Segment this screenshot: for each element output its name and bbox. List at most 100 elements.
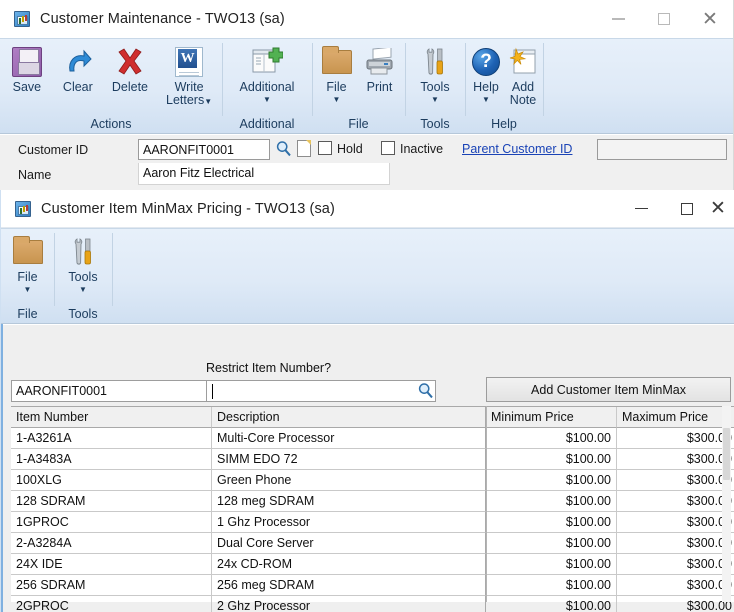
minimize-button[interactable]	[595, 0, 641, 38]
cell-max[interactable]: $300.00	[617, 554, 734, 575]
cell-max[interactable]: $300.00	[617, 533, 734, 554]
table-row[interactable]: 1-A3261A Multi-Core Processor $100.00 $300.…	[11, 428, 734, 449]
cell-max[interactable]: $300.00	[617, 470, 734, 491]
parent-customer-id-field[interactable]	[597, 139, 727, 160]
cell-min[interactable]: $100.00	[486, 449, 617, 470]
clear-button[interactable]: Clear	[53, 45, 103, 94]
cell-description[interactable]: 2 Ghz Processor	[212, 596, 486, 612]
chevron-down-icon[interactable]: ▼	[24, 285, 32, 294]
inactive-checkbox[interactable]	[381, 141, 395, 155]
add-customer-item-minmax-button[interactable]: Add Customer Item MinMax	[486, 377, 731, 402]
cell-max[interactable]: $300.00	[617, 449, 734, 470]
ribbon-group-actions: Save Clear Delete W Write Letters▼ Actio…	[0, 39, 222, 134]
table-row[interactable]: 128 SDRAM 128 meg SDRAM $100.00 $300.00	[11, 491, 734, 512]
cell-item[interactable]: 1-A3261A	[11, 428, 212, 449]
cell-max[interactable]: $300.00	[617, 428, 734, 449]
minmax-customer-id-input[interactable]: AARONFIT0001	[11, 380, 207, 402]
column-header-item-number[interactable]: Item Number	[11, 407, 212, 428]
cell-min[interactable]: $100.00	[486, 533, 617, 554]
add-note-button[interactable]: Add Note	[505, 45, 541, 107]
file-button[interactable]: File ▼	[7, 235, 49, 294]
cell-description[interactable]: 1 Ghz Processor	[212, 512, 486, 533]
cell-description[interactable]: Multi-Core Processor	[212, 428, 486, 449]
cell-item[interactable]: 256 SDRAM	[11, 575, 212, 596]
table-row[interactable]: 1-A3483A SIMM EDO 72 $100.00 $300.00	[11, 449, 734, 470]
cell-min[interactable]: $100.00	[486, 554, 617, 575]
cell-description[interactable]: 256 meg SDRAM	[212, 575, 486, 596]
save-button[interactable]: Save	[1, 45, 53, 94]
chevron-down-icon[interactable]: ▼	[263, 95, 271, 104]
ribbon-empty-area	[543, 39, 733, 134]
help-button[interactable]: Help ▼	[467, 45, 505, 104]
grid-vertical-scrollbar[interactable]	[722, 406, 731, 602]
tools-button[interactable]: Tools ▼	[411, 45, 459, 104]
ribbon-group-file-label: File	[17, 307, 38, 321]
cell-item[interactable]: 100XLG	[11, 470, 212, 491]
table-row[interactable]: 2-A3284A Dual Core Server $100.00 $300.00	[11, 533, 734, 554]
cell-item[interactable]: 1GPROC	[11, 512, 212, 533]
name-field[interactable]: Aaron Fitz Electrical	[138, 163, 390, 185]
customer-maintenance-titlebar[interactable]: Customer Maintenance - TWO13 (sa) ✕	[0, 0, 733, 38]
cell-item[interactable]: 128 SDRAM	[11, 491, 212, 512]
hold-checkbox[interactable]	[318, 141, 332, 155]
cell-max[interactable]: $300.00	[617, 512, 734, 533]
magnifier-icon[interactable]	[417, 382, 434, 399]
chevron-down-icon[interactable]: ▼	[333, 95, 341, 104]
close-button[interactable]: ✕	[710, 190, 734, 227]
table-row[interactable]: 2GPROC 2 Ghz Processor $100.00 $300.00	[11, 596, 734, 612]
cell-item[interactable]: 1-A3483A	[11, 449, 212, 470]
table-row[interactable]: 1GPROC 1 Ghz Processor $100.00 $300.00	[11, 512, 734, 533]
file-button-label: File	[326, 80, 347, 94]
print-button[interactable]: Print	[358, 45, 402, 94]
additional-button-label: Additional	[239, 80, 295, 94]
grid-scrollbar-thumb[interactable]	[723, 428, 730, 480]
new-document-icon[interactable]	[297, 140, 311, 157]
cell-item[interactable]: 2-A3284A	[11, 533, 212, 554]
cell-description[interactable]: Green Phone	[212, 470, 486, 491]
cell-min[interactable]: $100.00	[486, 596, 617, 612]
name-label: Name	[18, 168, 52, 182]
cell-item[interactable]: 2GPROC	[11, 596, 212, 612]
ribbon-group-file-label: File	[348, 117, 369, 131]
tools-button[interactable]: Tools ▼	[60, 235, 106, 294]
table-row[interactable]: 256 SDRAM 256 meg SDRAM $100.00 $300.00	[11, 575, 734, 596]
cell-max[interactable]: $300.00	[617, 575, 734, 596]
restrict-item-number-input[interactable]	[206, 380, 436, 402]
close-button[interactable]: ✕	[687, 0, 733, 38]
cell-description[interactable]: 24x CD-ROM	[212, 554, 486, 575]
cell-min[interactable]: $100.00	[486, 491, 617, 512]
tools-button-label: Tools	[68, 270, 98, 284]
chevron-down-icon[interactable]: ▼	[482, 95, 490, 104]
cell-min[interactable]: $100.00	[486, 575, 617, 596]
write-letters-button[interactable]: Write Letters▼	[157, 45, 221, 108]
cell-item[interactable]: 24X IDE	[11, 554, 212, 575]
cell-max[interactable]: $300.00	[617, 491, 734, 512]
cell-description[interactable]: SIMM EDO 72	[212, 449, 486, 470]
chevron-down-icon[interactable]: ▼	[431, 95, 439, 104]
additional-button[interactable]: Additional ▼	[228, 45, 306, 104]
maximize-button[interactable]	[664, 190, 710, 227]
ribbon-group-additional-label: Additional	[239, 117, 295, 131]
chevron-down-icon[interactable]: ▼	[79, 285, 87, 294]
chevron-down-icon[interactable]: ▼	[204, 97, 212, 106]
cell-description[interactable]: 128 meg SDRAM	[212, 491, 486, 512]
column-header-description[interactable]: Description	[212, 407, 486, 428]
cell-description[interactable]: Dual Core Server	[212, 533, 486, 554]
word-document-icon	[175, 47, 204, 77]
minmax-titlebar[interactable]: Customer Item MinMax Pricing - TWO13 (sa…	[1, 190, 734, 228]
table-row[interactable]: 24X IDE 24x CD-ROM $100.00 $300.00	[11, 554, 734, 575]
parent-customer-id-link[interactable]: Parent Customer ID	[462, 142, 572, 156]
cell-min[interactable]: $100.00	[486, 512, 617, 533]
file-button[interactable]: File ▼	[316, 45, 358, 104]
delete-button[interactable]: Delete	[103, 45, 157, 94]
customer-id-field[interactable]: AARONFIT0001	[138, 139, 270, 160]
minimize-button[interactable]	[618, 190, 664, 227]
column-header-minimum-price[interactable]: Minimum Price	[486, 407, 617, 428]
column-header-maximum-price[interactable]: Maximum Price	[617, 407, 734, 428]
cell-max[interactable]: $300.00	[617, 596, 734, 612]
table-row[interactable]: 100XLG Green Phone $100.00 $300.00	[11, 470, 734, 491]
cell-min[interactable]: $100.00	[486, 428, 617, 449]
maximize-button[interactable]	[641, 0, 687, 38]
magnifier-icon[interactable]	[275, 140, 292, 157]
cell-min[interactable]: $100.00	[486, 470, 617, 491]
